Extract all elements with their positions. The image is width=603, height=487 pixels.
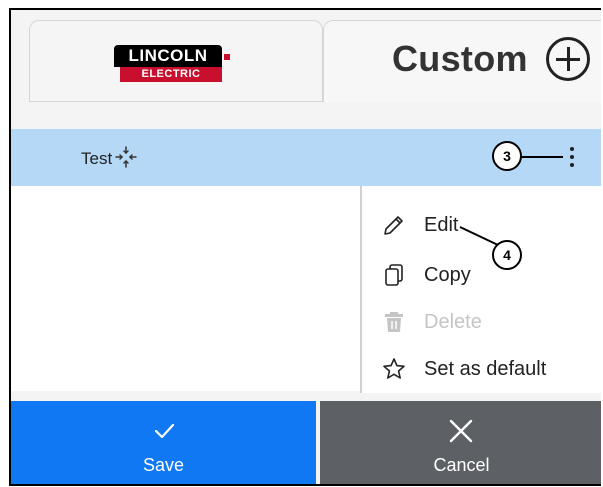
- collapse-arrows-icon: [115, 146, 137, 168]
- save-button[interactable]: Save: [11, 401, 316, 484]
- tab-custom[interactable]: Custom: [323, 20, 601, 102]
- menu-item-set-default-label: Set as default: [424, 358, 547, 380]
- list-empty-area: [11, 186, 360, 391]
- lincoln-electric-logo: LINCOLN ELECTRIC: [114, 45, 238, 83]
- callout-3: 3: [492, 141, 522, 171]
- app-window: LINCOLN ELECTRIC Custom Test Edit Copy D…: [9, 8, 601, 486]
- menu-item-set-default[interactable]: Set as default: [382, 355, 601, 385]
- save-button-label: Save: [142, 455, 185, 475]
- menu-item-copy[interactable]: Copy: [382, 261, 601, 291]
- menu-item-delete[interactable]: Delete: [382, 308, 601, 338]
- context-menu: Edit Copy Delete Set as default: [360, 186, 601, 393]
- list-item-name: Test: [81, 149, 113, 168]
- logo-bottom-text: ELECTRIC: [120, 67, 222, 82]
- tab-lincoln-electric[interactable]: LINCOLN ELECTRIC: [29, 20, 323, 102]
- cancel-button[interactable]: Cancel: [320, 401, 601, 484]
- tab-custom-label: Custom: [392, 38, 528, 79]
- logo-mark: [224, 54, 230, 60]
- pencil-icon: [384, 216, 403, 235]
- copy-icon: [385, 264, 403, 286]
- check-icon: [154, 423, 175, 439]
- menu-item-delete-label: Delete: [424, 311, 482, 333]
- menu-item-copy-label: Copy: [424, 264, 471, 286]
- callout-3-leader: [520, 156, 563, 158]
- more-vertical-icon[interactable]: [569, 147, 575, 169]
- menu-item-edit-label: Edit: [424, 214, 459, 236]
- trash-icon: [385, 312, 403, 332]
- plus-circle-icon[interactable]: [546, 37, 590, 81]
- close-icon: [449, 419, 473, 443]
- logo-top-text: LINCOLN: [114, 45, 222, 67]
- star-outline-icon: [383, 358, 405, 379]
- callout-4: 4: [492, 240, 522, 270]
- cancel-button-label: Cancel: [433, 455, 490, 475]
